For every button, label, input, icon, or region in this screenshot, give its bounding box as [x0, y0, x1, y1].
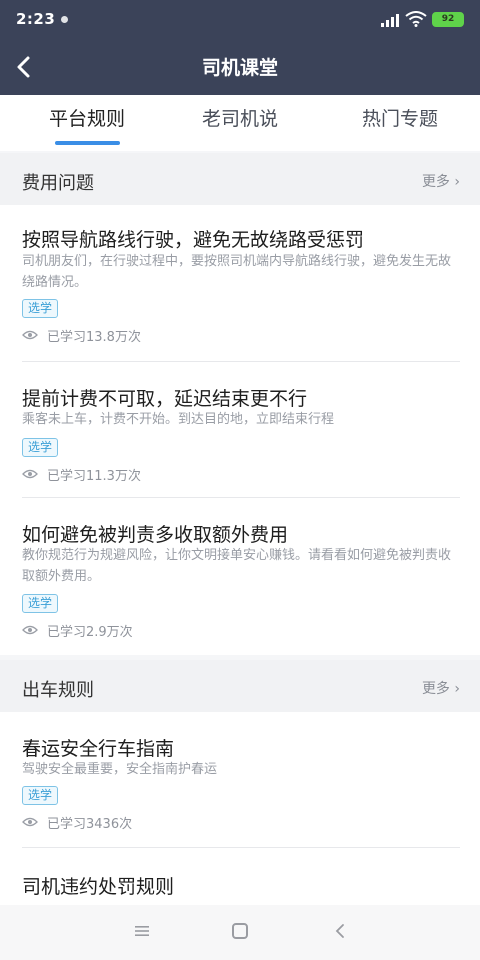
system-nav-bar — [0, 905, 480, 960]
tab-veteran-drivers[interactable]: 老司机说 — [160, 95, 320, 151]
more-link[interactable]: 更多 › — [422, 678, 460, 698]
view-count: 已学习13.8万次 — [47, 330, 141, 345]
section-list-driving: 春运安全行车指南 驾驶安全最重要，安全指南护春运 选学 已学习3436次 司机违… — [0, 712, 480, 905]
nav-back-icon[interactable] — [333, 922, 347, 940]
view-count: 已学习2.9万次 — [47, 625, 133, 640]
more-link[interactable]: 更多 › — [422, 171, 460, 191]
item-tag: 选学 — [22, 299, 59, 318]
section-list-fees: 按照导航路线行驶，避免无故绕路受惩罚 司机朋友们，在行驶过程中，要按照司机端内导… — [0, 205, 480, 655]
item-description: 教你规范行为规避风险，让你文明接单安心赚钱。请看看如何避免被判责收取额外费用。 — [22, 548, 452, 584]
tab-bar: 平台规则 老司机说 热门专题 — [0, 95, 480, 151]
item-title: 春运安全行车指南 — [22, 738, 175, 760]
item-tag: 选学 — [22, 594, 59, 613]
more-label: 更多 — [421, 681, 450, 697]
section-title: 出车规则 — [22, 680, 94, 701]
item-description: 司机朋友们，在行驶过程中，要按照司机端内导航路线行驶，避免发生无故绕路情况。 — [22, 254, 452, 290]
list-item[interactable]: 如何避免被判责多收取额外费用 教你规范行为规避风险，让你文明接单安心赚钱。请看看… — [0, 498, 480, 655]
eye-icon — [22, 817, 38, 827]
chevron-right-icon: › — [454, 174, 460, 190]
item-tag: 选学 — [22, 438, 59, 457]
view-count: 已学习11.3万次 — [47, 469, 141, 484]
chevron-right-icon: › — [454, 681, 460, 697]
list-item[interactable]: 春运安全行车指南 驾驶安全最重要，安全指南护春运 选学 已学习3436次 — [0, 712, 480, 848]
tab-active-indicator — [55, 141, 120, 145]
view-count: 已学习3436次 — [47, 817, 133, 832]
list-item[interactable]: 按照导航路线行驶，避免无故绕路受惩罚 司机朋友们，在行驶过程中，要按照司机端内导… — [0, 205, 480, 362]
section-title: 费用问题 — [22, 173, 94, 194]
item-tag: 选学 — [22, 786, 59, 805]
signal-icon — [381, 14, 399, 27]
tab-hot-topics[interactable]: 热门专题 — [320, 95, 480, 151]
home-icon[interactable] — [232, 923, 248, 939]
section-header-fees: 费用问题 更多 › — [0, 153, 480, 205]
status-bar: 2:23 92 — [0, 0, 480, 40]
app-header: 2:23 92 司机课堂 — [0, 0, 480, 95]
item-description: 驾驶安全最重要，安全指南护春运 — [22, 762, 218, 777]
notification-dot-icon — [61, 16, 68, 23]
item-description: 乘客未上车，计费不开始。到达目的地，立即结束行程 — [22, 412, 335, 427]
menu-icon[interactable] — [133, 922, 151, 940]
list-item[interactable]: 司机违约处罚规则 — [0, 848, 480, 905]
wifi-icon — [405, 11, 427, 27]
page-title: 司机课堂 — [201, 57, 278, 79]
list-item[interactable]: 提前计费不可取，延迟结束更不行 乘客未上车，计费不开始。到达目的地，立即结束行程… — [0, 362, 480, 498]
eye-icon — [22, 330, 38, 340]
item-title: 提前计费不可取，延迟结束更不行 — [22, 388, 308, 410]
more-label: 更多 — [421, 174, 450, 190]
battery-icon: 92 — [432, 12, 464, 27]
item-title: 司机违约处罚规则 — [22, 876, 175, 898]
section-header-driving: 出车规则 更多 › — [0, 660, 480, 712]
item-title: 按照导航路线行驶，避免无故绕路受惩罚 — [22, 229, 365, 251]
item-title: 如何避免被判责多收取额外费用 — [22, 524, 289, 546]
eye-icon — [22, 625, 38, 635]
status-time: 2:23 — [16, 10, 56, 28]
eye-icon — [22, 469, 38, 479]
